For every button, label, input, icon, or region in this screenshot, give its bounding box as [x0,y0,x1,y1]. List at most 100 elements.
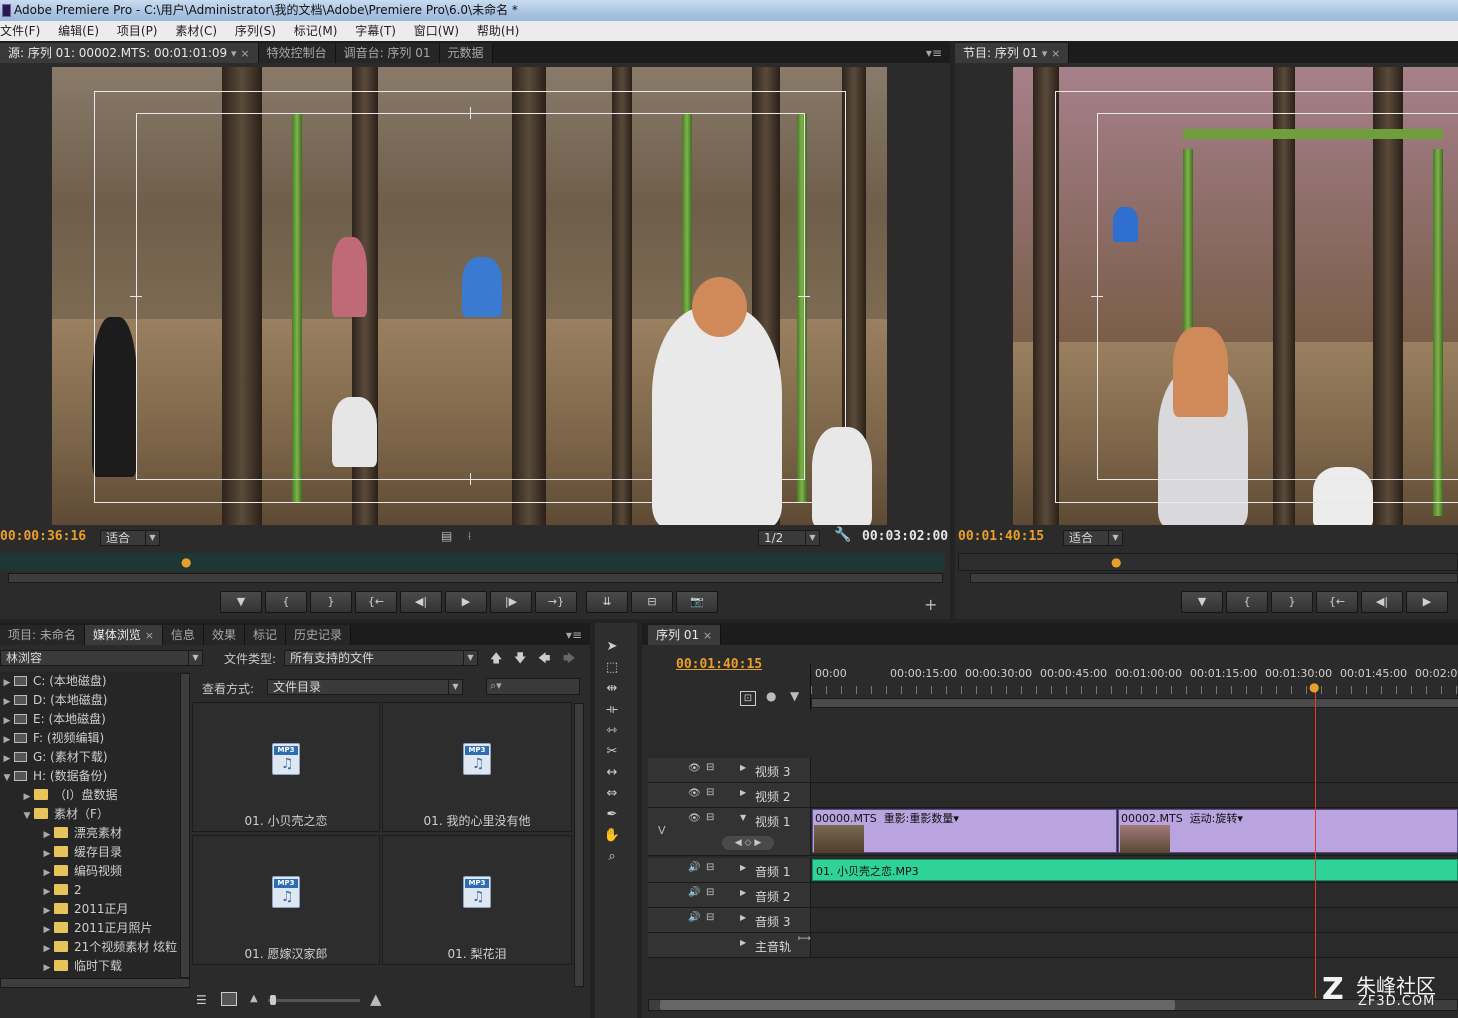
timeline-scroll-thumb[interactable] [660,1000,1175,1010]
nav-forward-icon[interactable]: 🡆 [563,649,575,670]
slide-tool-icon[interactable]: ⇔ [600,785,624,803]
menu-file[interactable]: 文件(F) [0,24,40,38]
tab-source[interactable]: 源: 序列 01: 00002.MTS: 00:01:01:09 ▾ × [0,43,259,63]
tree-item[interactable]: ▶ 漂亮素材 [0,824,122,843]
zoom-out-icon[interactable]: ▲ [250,993,258,1004]
file-thumbnail[interactable]: MP3 ♫ 01. 我的心里没有他 [382,702,572,832]
file-thumbnail[interactable]: MP3 ♫ 01. 小贝壳之恋 [192,702,380,832]
menu-title[interactable]: 字幕(T) [355,24,396,38]
video-clip[interactable]: 00000.MTS 重影:重影数量▾ [812,809,1117,853]
search-input[interactable]: ⌕▾ [486,678,580,695]
track-name[interactable]: 音频 1 [755,863,790,880]
tree-item[interactable]: ▶ G: (素材下载) [0,748,108,767]
menu-clip[interactable]: 素材(C) [175,24,217,38]
source-patch-v[interactable]: V [658,824,666,837]
pen-tool-icon[interactable]: ✒ [600,806,624,824]
eye-icon[interactable]: 👁 [688,763,701,774]
menu-help[interactable]: 帮助(H) [477,24,519,38]
timeline-ruler[interactable]: 00:00 00:00:15:00 00:00:30:00 00:00:45:00 00… [810,664,1458,710]
overlay-button[interactable]: ⊟ [631,591,673,613]
view-as-dropdown[interactable]: 文件目录 ▼ [267,679,463,695]
expand-track-icon[interactable]: ▶ [740,863,746,872]
thumbnail-zoom-slider[interactable] [268,999,360,1002]
tree-item[interactable]: ▼ H: (数据备份) [0,767,108,786]
tab-info[interactable]: 信息 [162,625,204,645]
track-name[interactable]: 视频 1 [755,813,790,830]
sync-lock-icon[interactable]: ⊟ [706,912,714,923]
go-to-out-button[interactable]: →} [535,591,577,613]
source-fit-dropdown[interactable]: 适合 ▼ [100,530,160,546]
expand-track-icon[interactable]: ▶ [740,788,746,797]
file-thumbnail[interactable]: MP3 ♫ 01. 梨花泪 [382,835,572,965]
eye-icon[interactable]: 👁 [688,813,701,824]
tab-project[interactable]: 项目: 未命名 [0,625,85,645]
menu-edit[interactable]: 编辑(E) [58,24,99,38]
icon-view-icon[interactable] [221,992,237,1006]
zoom-in-icon[interactable]: ▲ [370,990,382,1008]
tree-item[interactable]: ▶ F: (视频编辑) [0,729,105,748]
program-time-ruler[interactable] [958,553,1458,571]
menu-project[interactable]: 项目(P) [117,24,158,38]
tab-metadata[interactable]: 元数据 [439,43,493,63]
ripple-edit-tool-icon[interactable]: ⇹ [600,680,624,698]
timeline-playhead-line[interactable] [1315,684,1316,998]
marker-icon[interactable]: ▼ [790,689,799,703]
tree-item[interactable]: ▶ 2 [0,881,82,900]
settings-wrench-icon[interactable]: 🔧 [834,527,851,543]
tree-item[interactable]: ▶ 2011正月照片 [0,919,153,938]
tree-item[interactable]: ▶ （I）盘数据 [0,786,118,805]
program-go-to-in-button[interactable]: {← [1316,591,1358,613]
track-name[interactable]: 视频 2 [755,788,790,805]
close-icon[interactable]: × [240,47,249,60]
drag-audio-icon[interactable]: ⟊ [468,529,471,544]
tree-item[interactable]: ▶ 编码视频 [0,862,122,881]
step-forward-button[interactable]: |▶ [490,591,532,613]
tree-item[interactable]: ▼ 素材（F） [0,805,109,824]
program-mark-out-button[interactable]: } [1271,591,1313,613]
tree-item[interactable]: ▶ D: (本地磁盘) [0,691,108,710]
favorites-dropdown[interactable]: 林浏容 ▼ [0,650,203,666]
menu-window[interactable]: 窗口(W) [414,24,459,38]
expand-arrow-icon[interactable]: ▶ [40,959,54,978]
close-icon[interactable]: × [145,629,154,642]
nav-down-icon[interactable]: 🡇 [514,649,526,670]
keyframe-nav-icon[interactable]: ◀ ◇ ▶ [722,836,774,850]
program-mark-in-button[interactable]: { [1226,591,1268,613]
tab-effects[interactable]: 效果 [203,625,245,645]
source-timecode[interactable]: 00:00:36:16 [0,529,86,544]
selection-tool-icon[interactable]: ➤ [600,638,624,656]
expand-track-icon[interactable]: ▶ [740,763,746,772]
track-name[interactable]: 音频 2 [755,888,790,905]
tab-history[interactable]: 历史记录 [285,625,351,645]
tab-sequence[interactable]: 序列 01 × [648,625,722,645]
nav-up-icon[interactable]: 🡅 [490,649,502,670]
tab-program[interactable]: 节目: 序列 01 ▾ × [955,43,1070,63]
step-back-button[interactable]: ◀| [400,591,442,613]
menu-sequence[interactable]: 序列(S) [235,24,276,38]
expand-track-icon[interactable]: ▶ [740,888,746,897]
list-view-icon[interactable]: ☰ [196,993,207,1007]
rolling-edit-tool-icon[interactable]: ⟛ [600,701,624,719]
work-area-bar[interactable] [811,698,1458,708]
hand-tool-icon[interactable]: ✋ [600,827,624,845]
collapse-track-icon[interactable]: ▼ [740,813,746,822]
nav-back-icon[interactable]: 🡄 [538,649,550,670]
program-play-button[interactable]: ▶ [1406,591,1448,613]
tree-scrollbar[interactable] [180,673,190,978]
close-icon[interactable]: × [703,629,712,642]
panel-menu-icon[interactable]: ▾≡ [558,625,590,645]
track-select-tool-icon[interactable]: ⬚ [600,659,624,677]
button-editor-plus-icon[interactable]: + [924,595,937,614]
program-add-marker-button[interactable]: ▼ [1181,591,1223,613]
rate-stretch-tool-icon[interactable]: ⇿ [600,722,624,740]
sync-lock-icon[interactable]: ⊟ [706,862,714,873]
sync-lock-icon[interactable]: ⊟ [706,887,714,898]
timeline-playhead-icon[interactable]: ● [1309,680,1319,694]
sync-lock-icon[interactable]: ⊟ [706,787,714,798]
zoom-slider-knob[interactable] [270,995,276,1005]
audio-clip[interactable]: 01. 小贝壳之恋.MP3 [812,859,1458,881]
program-zoom-scrollbar[interactable] [970,573,1458,583]
eye-icon[interactable]: 👁 [688,788,701,799]
tree-item[interactable]: ▶ 21个视频素材 炫粒 [0,938,178,957]
close-icon[interactable]: × [1051,47,1060,60]
